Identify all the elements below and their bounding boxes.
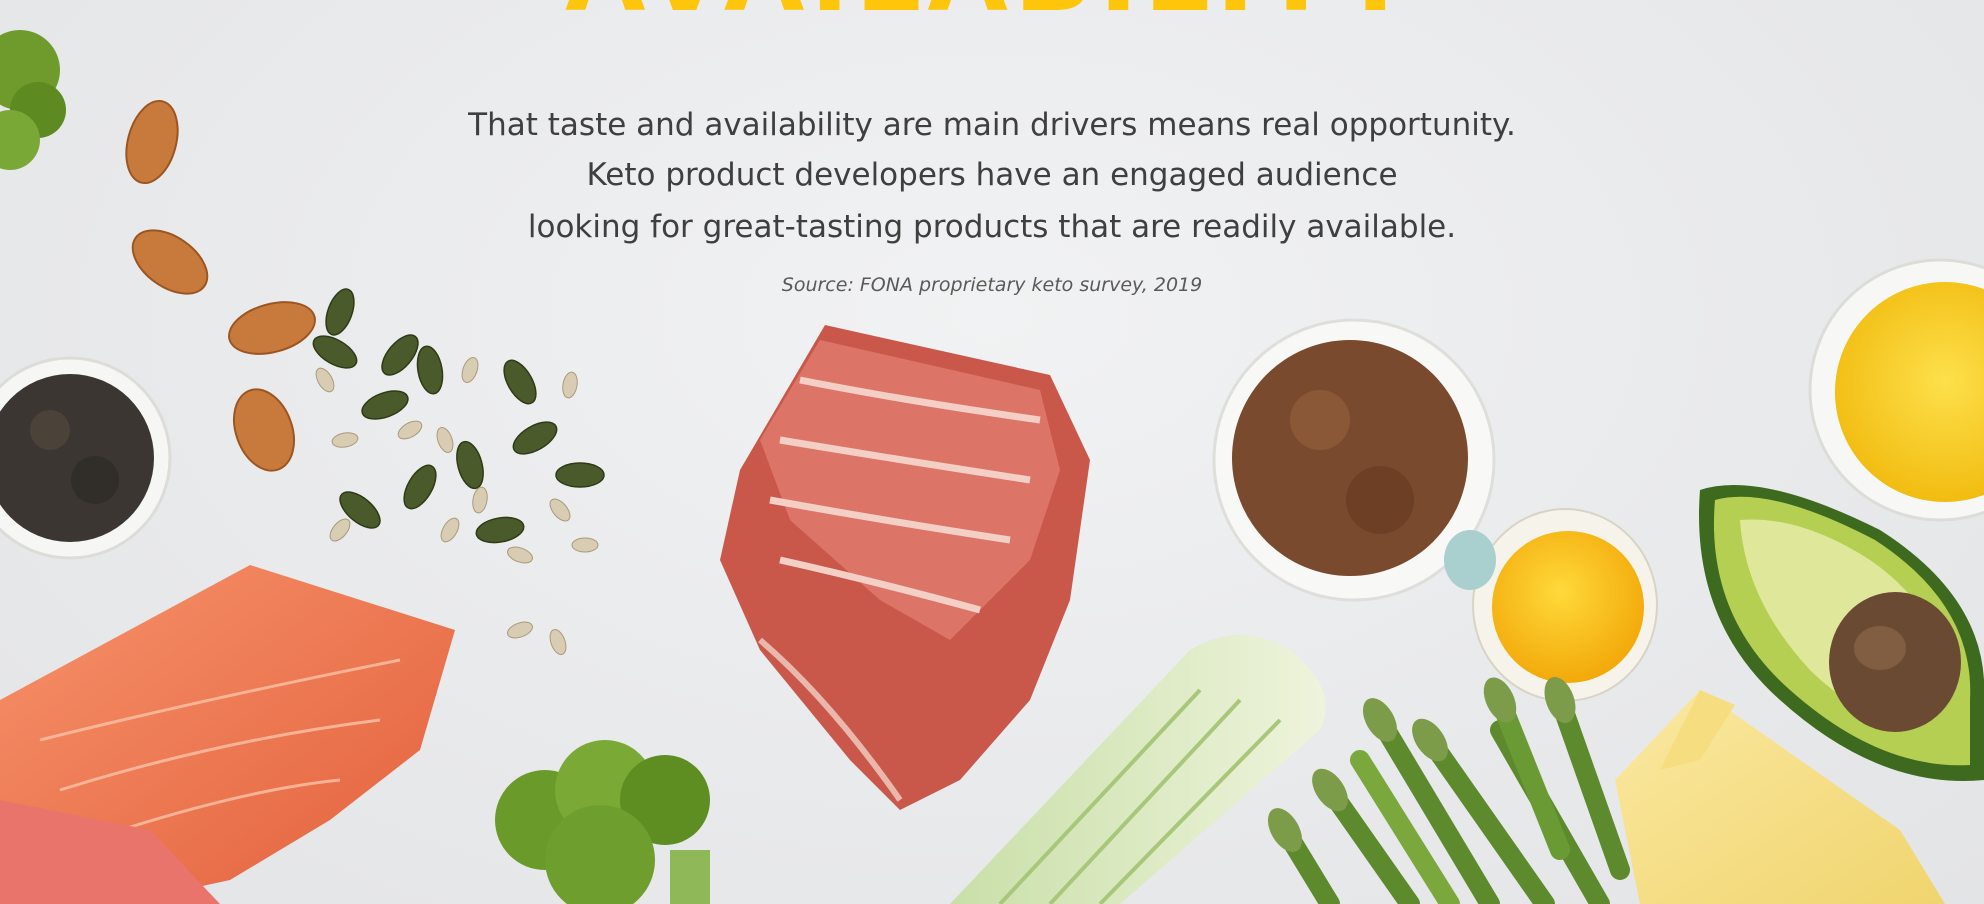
body-text-line-1: That taste and availability are main dri… [468,107,1516,143]
page-heading: AVAILABILITY [0,0,1984,26]
keto-infographic-panel: AVAILABILITY That taste and availability… [0,0,1984,904]
broccoli-bottom [495,740,710,904]
bacon-slices [720,325,1090,810]
egg-yolk-shell [1444,508,1658,702]
source-citation: Source: FONA proprietary keto survey, 20… [781,274,1203,296]
broccoli-top-left [0,30,66,170]
oil-bowl [1808,258,1984,522]
salmon-fillet [0,565,455,904]
chia-seed-bowl [0,356,172,560]
body-text-line-3: looking for great-tasting products that … [527,209,1457,245]
body-text-line-2: Keto product developers have an engaged … [586,157,1398,193]
